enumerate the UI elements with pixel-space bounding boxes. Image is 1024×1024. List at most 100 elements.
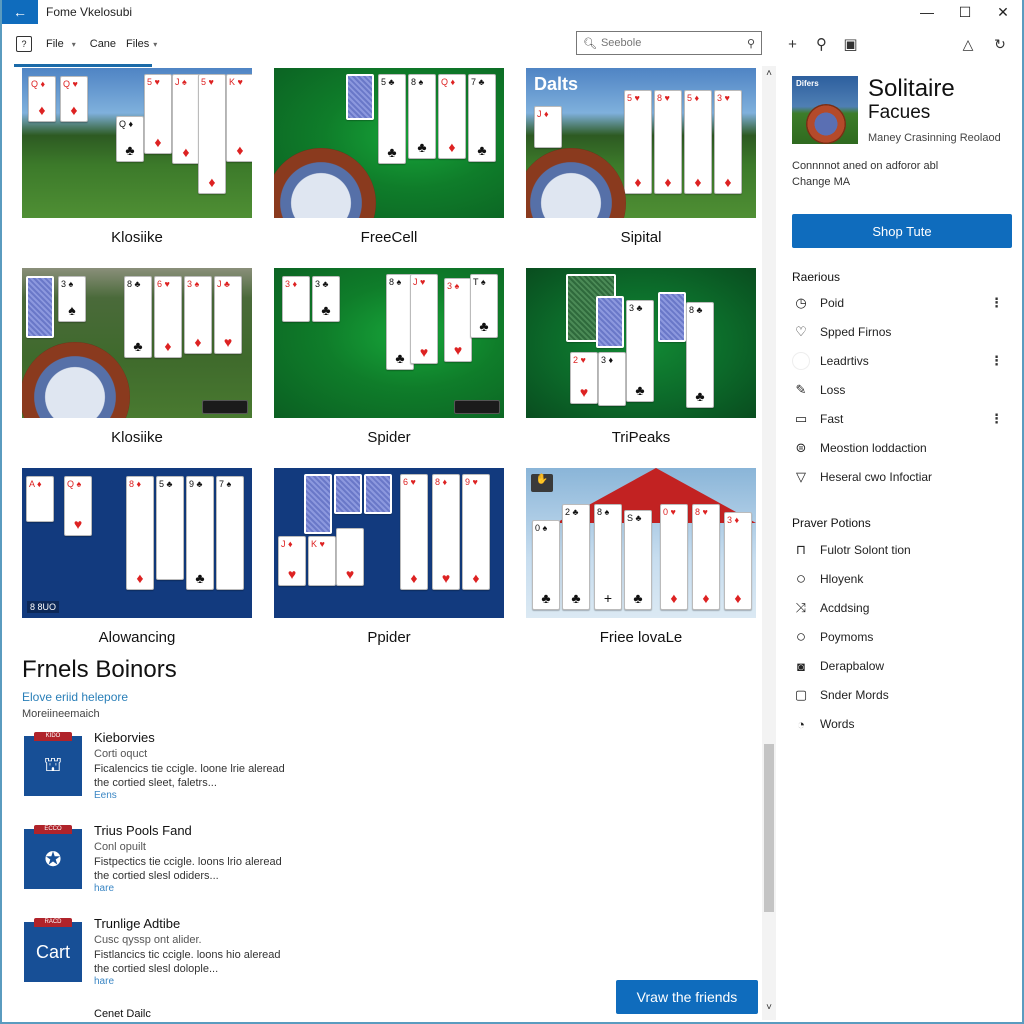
- side-item[interactable]: ✎ Loss: [792, 378, 1002, 402]
- hero-subtitle: Facues: [868, 102, 931, 123]
- friend-ribbon: ECCO: [34, 825, 72, 834]
- scrollbar-thumb[interactable]: [764, 744, 774, 912]
- side-item-label: Spped Firnos: [820, 325, 892, 339]
- search-icon: 🔍︎: [583, 37, 597, 50]
- side-item[interactable]: ⤨ Acddsing: [792, 596, 1002, 620]
- side-item[interactable]: ◔ Words: [792, 712, 1002, 736]
- friend-item[interactable]: Cenet Dailc: [22, 1008, 522, 1022]
- side-item[interactable]: ▭ Fast ⋮: [792, 407, 1003, 431]
- shop-button[interactable]: Shop Tute: [792, 214, 1012, 248]
- side-item[interactable]: ◷ Poid ⋮: [792, 291, 1003, 315]
- chevron-up-icon[interactable]: ˄: [762, 68, 776, 82]
- game-tile[interactable]: J ♦ ♥ K ♥ ♥ 6 ♥ ♦ 8 ♦ ♥ 9 ♥ ♦ Ppider: [274, 468, 504, 646]
- friend-name: Kieborvies: [94, 730, 155, 745]
- game-tile[interactable]: ✋ 0 ♠ ♣ 2 ♣ ♣ 8 ♠ + S ♣ ♣ 0 ♥ ♦ 8 ♥ ♦ 3 ♦ ♦ Fri…: [526, 468, 756, 646]
- menu-files[interactable]: Files ▾: [126, 38, 157, 50]
- section-title-praver-potions: Praver Potions: [792, 516, 871, 530]
- side-item[interactable]: ○ Hloyenk: [792, 567, 1002, 591]
- side-item[interactable]: ⊓ Fulotr Solont tion: [792, 538, 1002, 562]
- window-icon: ▢: [794, 687, 808, 702]
- chevron-down-icon[interactable]: ˅: [762, 1002, 776, 1016]
- search-input[interactable]: [600, 37, 747, 49]
- castle-icon: KIDO ⛫: [24, 732, 82, 796]
- game-status-badge: [454, 400, 500, 414]
- hero-caption: Maney Crasinning Reolaod: [868, 132, 1001, 144]
- more-options-icon[interactable]: ⋮: [990, 411, 1003, 427]
- minimize-button[interactable]: —: [908, 0, 946, 24]
- game-title: Ppider: [367, 629, 411, 646]
- side-item[interactable]: ♡ Spped Firnos: [792, 320, 1002, 344]
- side-item[interactable]: ▢ Snder Mords: [792, 683, 1002, 707]
- filter-icon: ▽: [796, 469, 806, 484]
- friend-item[interactable]: ECCO ✪ Trius Pools Fand Conl opuilt Fist…: [22, 823, 522, 911]
- side-item-label: Fast: [820, 412, 844, 426]
- search-box[interactable]: 🔍︎ ⚲: [576, 31, 762, 55]
- friends-subtitle: Moreiineemaich: [22, 708, 100, 720]
- side-item-label: Heseral cwo Infoctiar: [820, 470, 933, 484]
- game-thumbnail: 3 ♣ ♣ 8 ♣ ♣ 2 ♥ ♥ 3 ♦: [526, 268, 756, 418]
- friend-more-link[interactable]: Eens: [94, 790, 117, 801]
- game-tile[interactable]: 3 ♠ ♠ 8 ♣ ♣ 6 ♥ ♦ 3 ♠ ♦ J ♣ ♥ Klosiike: [22, 268, 252, 446]
- friends-link[interactable]: Elove eriid helepore: [22, 690, 522, 704]
- game-tile[interactable]: Dalts J ♦ 5 ♥ ♦ 8 ♥ ♦ 5 ♦ ♦ 3 ♥ ♦ Sipital: [526, 68, 756, 246]
- friend-description: Ficalencics tie ccigle. loone lrie alere…: [94, 763, 285, 789]
- side-item[interactable]: Leadrtivs ⋮: [792, 349, 1003, 373]
- save-icon[interactable]: ▣: [836, 35, 865, 53]
- game-title: Friee lovaLe: [599, 629, 683, 646]
- friends-title: Frnels Boinors: [22, 656, 177, 683]
- more-options-icon[interactable]: ⋮: [990, 353, 1003, 369]
- chevron-down-icon: ▾: [71, 39, 76, 49]
- hero-image-tag: Difers: [796, 79, 819, 88]
- friend-item[interactable]: RACD Cart Trunlige Adtibe Cusc qyssp ont…: [22, 916, 522, 1004]
- back-button[interactable]: ←: [2, 0, 38, 24]
- section-title-raerious: Raerious: [792, 270, 841, 284]
- arrow-left-icon: ←: [13, 4, 27, 20]
- view-friends-button[interactable]: Vraw the friends: [616, 980, 758, 1014]
- bell-icon[interactable]: △: [952, 36, 984, 53]
- friend-description: Fistpectics tie ccigle. loons lrio alere…: [94, 856, 282, 882]
- blank-circle-icon: [792, 352, 810, 370]
- game-thumbnail: J ♦ ♥ K ♥ ♥ 6 ♥ ♦ 8 ♦ ♥ 9 ♥ ♦: [274, 468, 504, 618]
- pin-icon[interactable]: ⚲: [807, 35, 836, 53]
- friend-item[interactable]: KIDO ⛫ Kieborvies Corti oquct Ficalencic…: [22, 730, 522, 818]
- toolbar-actions: + ⚲ ▣: [778, 28, 865, 60]
- toolbar: ? File ▾ Cane Files ▾ 🔍︎ ⚲ + ⚲ ▣ △ ↻: [2, 28, 1022, 60]
- main-scrollbar[interactable]: ˄ ˅: [762, 66, 776, 1020]
- circle-icon: ○: [795, 627, 807, 646]
- menu-cane-label: Cane: [89, 38, 117, 50]
- app-title: Fome Vkelosubi: [46, 5, 133, 19]
- cart-text-icon: RACD Cart: [24, 918, 82, 982]
- toolbar-right-actions: △ ↻: [952, 28, 1016, 60]
- game-status-text: 8 8UO: [27, 601, 60, 613]
- game-tile[interactable]: 5 ♣ ♣ 8 ♠ ♣ Q ♦ ♦ 7 ♣ ♣ FreeCell: [274, 68, 504, 246]
- game-tile[interactable]: 3 ♦ 3 ♣ ♣ 8 ♠ ♣ J ♥ ♥ 3 ♠ ♥ T ♠ ♣ Spider: [274, 268, 504, 446]
- menu-file[interactable]: File ▾: [46, 38, 76, 50]
- close-button[interactable]: ✕: [984, 0, 1022, 24]
- friend-name: Trius Pools Fand: [94, 823, 192, 838]
- more-options-icon[interactable]: ⋮: [990, 295, 1003, 311]
- game-thumbnail: ✋ 0 ♠ ♣ 2 ♣ ♣ 8 ♠ + S ♣ ♣ 0 ♥ ♦ 8 ♥ ♦ 3 ♦ ♦: [526, 468, 756, 618]
- clock-icon: ◷: [795, 295, 807, 310]
- game-title: TriPeaks: [611, 429, 671, 446]
- game-tile[interactable]: A ♦ Q ♠ ♥ 8 ♦ ♦ 5 ♣ 9 ♣ ♣ 7 ♠ 8 8UO Alowanc…: [22, 468, 252, 646]
- app-menu-icon[interactable]: ?: [16, 36, 32, 52]
- tv-icon: ▭: [794, 411, 808, 426]
- maximize-button[interactable]: ☐: [946, 0, 984, 24]
- refresh-icon[interactable]: ↻: [984, 36, 1016, 53]
- circle-icon: ○: [795, 569, 807, 588]
- game-tile[interactable]: Q ♦ ♦ Q ♥ ♦ Q ♦ ♣ 5 ♥ ♦ J ♠ ♦ 5 ♥ ♦ K ♥ ♦ Klosi…: [22, 68, 252, 246]
- side-item[interactable]: ◙ Derapbalow: [792, 654, 1002, 678]
- friend-name: Cenet Dailc: [94, 1008, 151, 1020]
- game-title: FreeCell: [360, 229, 418, 246]
- side-item[interactable]: ▽ Heseral cwo Infoctiar: [792, 465, 1002, 489]
- side-item[interactable]: ⊜ Meostion loddaction: [792, 436, 1002, 460]
- plus-icon[interactable]: +: [778, 36, 807, 53]
- menu-cane[interactable]: Cane: [90, 38, 116, 50]
- search-submit-icon[interactable]: ⚲: [747, 37, 755, 50]
- side-item[interactable]: ○ Poymoms: [792, 625, 1002, 649]
- game-tile[interactable]: 3 ♣ ♣ 8 ♣ ♣ 2 ♥ ♥ 3 ♦ TriPeaks: [526, 268, 756, 446]
- friend-more-link[interactable]: hare: [94, 976, 114, 987]
- side-item-label: Poid: [820, 296, 845, 310]
- game-title: Alowancing: [98, 629, 176, 646]
- friend-more-link[interactable]: hare: [94, 883, 114, 894]
